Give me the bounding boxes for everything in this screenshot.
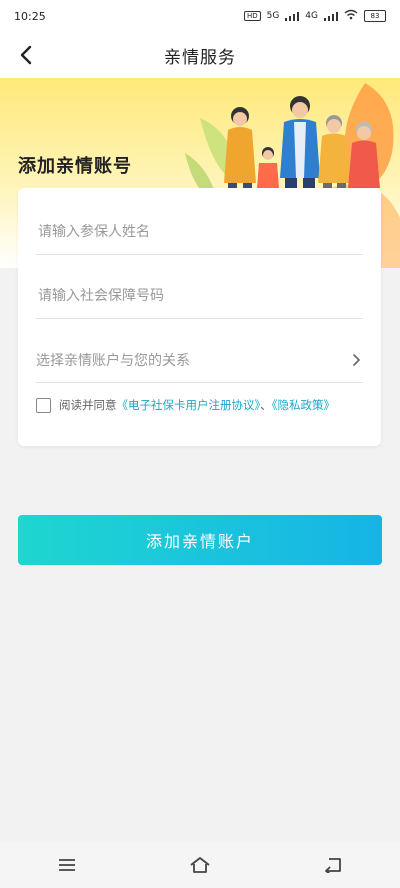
signal-icon-2 [324, 11, 338, 21]
network-4g-label: 4G [305, 11, 318, 21]
agree-checkbox[interactable] [36, 398, 51, 413]
back-nav-button[interactable] [318, 850, 348, 880]
relation-placeholder: 选择亲情账户与您的关系 [36, 353, 190, 369]
back-arrow-icon [20, 45, 32, 65]
add-account-button[interactable]: 添加亲情账户 [18, 515, 382, 565]
hd-icon: HD [243, 11, 261, 21]
name-input[interactable] [36, 223, 363, 241]
ssn-field-row [36, 274, 363, 319]
back-button[interactable] [14, 42, 40, 68]
signal-icon [285, 11, 300, 21]
nav-bar: 亲情服务 [0, 32, 400, 78]
menu-icon [58, 859, 75, 871]
wifi-icon [344, 9, 358, 23]
menu-button[interactable] [52, 850, 82, 880]
relation-select[interactable]: 选择亲情账户与您的关系 [36, 338, 363, 383]
status-bar: 10:25 HD 5G 4G 83 [0, 0, 400, 32]
agreement-row: 阅读并同意《电子社保卡用户注册协议》、《隐私政策》 [36, 396, 366, 414]
privacy-link[interactable]: 《隐私政策》 [272, 398, 335, 412]
battery-icon: 83 [364, 10, 386, 22]
home-icon [190, 857, 210, 873]
system-nav-bar [0, 842, 400, 888]
status-icons: HD 5G 4G 83 [243, 9, 386, 23]
page-title: 亲情服务 [164, 47, 236, 68]
return-icon [325, 858, 342, 873]
ssn-input[interactable] [36, 287, 363, 305]
banner-title: 添加亲情账号 [18, 156, 132, 177]
network-5g-label: 5G [266, 11, 280, 21]
home-button[interactable] [185, 850, 215, 880]
agree-prefix: 阅读并同意 [59, 398, 117, 412]
status-time: 10:25 [14, 9, 46, 23]
name-field-row [36, 210, 363, 255]
agreement-text: 阅读并同意《电子社保卡用户注册协议》、《隐私政策》 [59, 396, 335, 414]
form-card: 选择亲情账户与您的关系 阅读并同意《电子社保卡用户注册协议》、《隐私政策》 [18, 188, 381, 446]
agreement-separator: 、 [260, 398, 272, 412]
chevron-right-icon [353, 354, 361, 366]
agreement-link[interactable]: 《电子社保卡用户注册协议》 [117, 398, 261, 412]
